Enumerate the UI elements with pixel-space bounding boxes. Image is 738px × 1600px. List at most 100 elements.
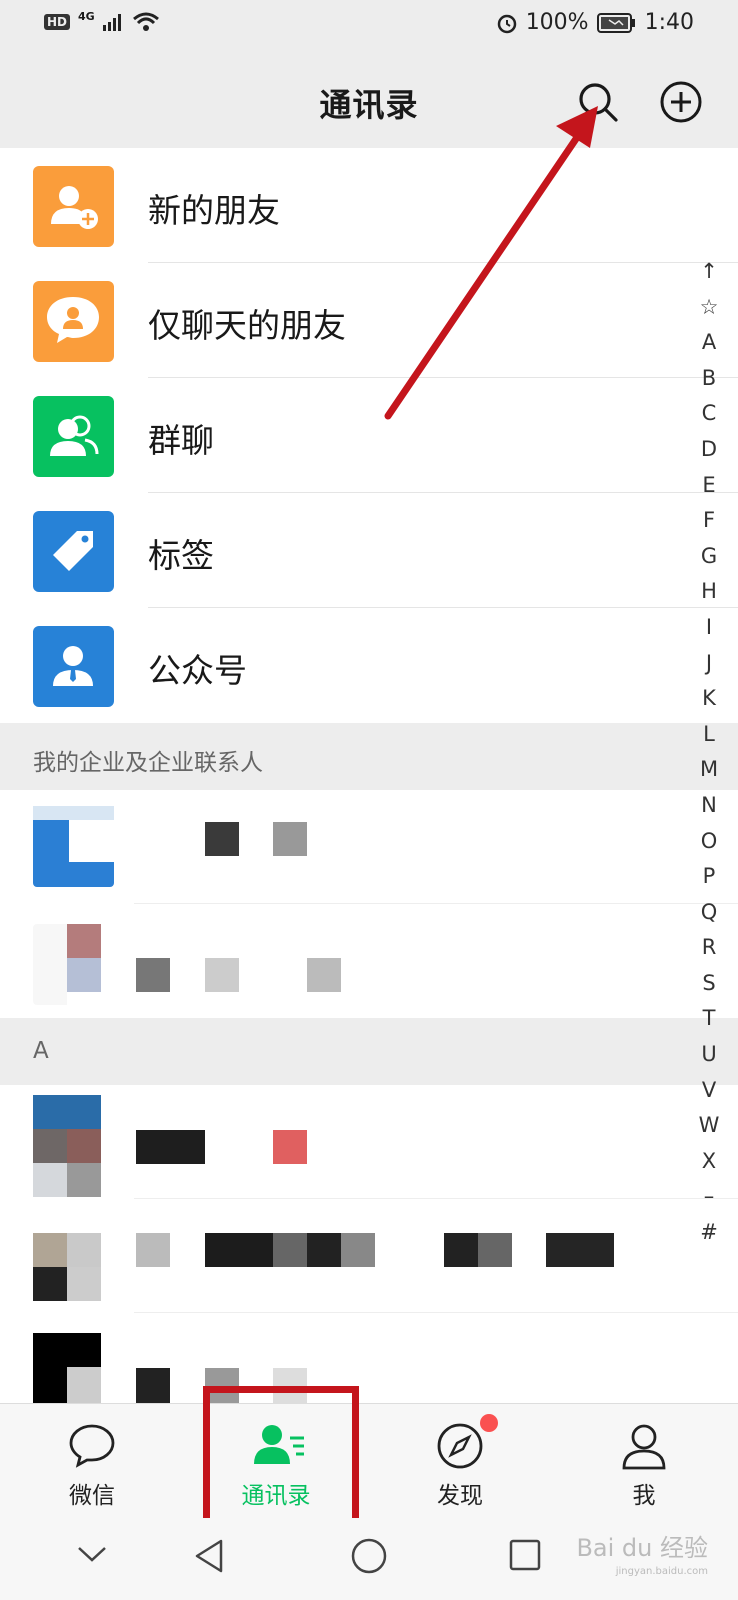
official-account-icon (33, 626, 114, 707)
battery-percent: 100% (525, 10, 589, 35)
contact-row[interactable] (0, 1199, 738, 1313)
obscured-name (341, 1233, 375, 1267)
index-letter[interactable]: F (694, 503, 724, 539)
index-letter[interactable]: O (694, 824, 724, 860)
index-letter[interactable]: K (694, 681, 724, 717)
section-title: A (33, 1038, 49, 1064)
tab-label: 微信 (69, 1483, 115, 1509)
obscured-name (273, 1130, 307, 1164)
avatar (33, 1333, 101, 1403)
index-letter[interactable]: H (694, 574, 724, 610)
tags-row[interactable]: 标签 (0, 493, 738, 608)
obscured-name (546, 1233, 614, 1267)
title-bar: 通讯录 (0, 52, 738, 148)
index-letter[interactable]: G (694, 539, 724, 575)
index-letter[interactable]: B (694, 361, 724, 397)
alarm-icon (497, 14, 516, 33)
plus-circle-icon[interactable] (659, 80, 703, 124)
alphabet-index[interactable]: ↑ ☆ A B C D E F G H I J K L M N O P Q R S T U V W X – # (694, 254, 724, 1251)
chat-only-friend-icon (33, 281, 114, 362)
network-type: 4G (78, 9, 95, 23)
battery-charging-icon (596, 12, 635, 33)
tab-label: 发现 (437, 1483, 483, 1509)
obscured-name (136, 1130, 205, 1164)
hd-indicator: HD (44, 14, 71, 30)
chat-bubble-icon (69, 1424, 115, 1468)
index-letter[interactable]: Q (694, 895, 724, 931)
notification-dot (480, 1414, 498, 1432)
watermark-url: jingyan.baidu.com (615, 1566, 708, 1577)
back-icon[interactable] (192, 1538, 226, 1574)
tab-chats[interactable]: 微信 (0, 1404, 184, 1519)
signal-icon (102, 14, 121, 31)
section-title: 我的企业及企业联系人 (33, 750, 263, 776)
row-label: 新的朋友 (148, 191, 280, 230)
section-header-enterprise: 我的企业及企业联系人 (0, 723, 738, 790)
obscured-name (307, 1233, 341, 1267)
page-title: 通讯录 (319, 86, 419, 124)
index-letter[interactable]: ☆ (694, 290, 724, 326)
chevron-down-icon[interactable] (76, 1544, 108, 1564)
index-letter[interactable]: – (694, 1179, 724, 1215)
row-label: 群聊 (148, 421, 214, 460)
index-letter[interactable]: # (694, 1215, 724, 1251)
tab-discover[interactable]: 发现 (368, 1404, 552, 1519)
index-letter[interactable]: L (694, 717, 724, 753)
index-letter[interactable]: U (694, 1037, 724, 1073)
function-list: 新的朋友 仅聊天的朋友 群聊 标签 公众号 (0, 148, 738, 723)
recent-apps-icon[interactable] (508, 1538, 542, 1572)
contact-row[interactable] (0, 1085, 738, 1199)
row-label: 标签 (148, 536, 214, 575)
index-letter[interactable]: M (694, 752, 724, 788)
obscured-name (273, 1233, 307, 1267)
index-letter[interactable]: D (694, 432, 724, 468)
index-letter[interactable]: J (694, 646, 724, 682)
index-letter[interactable]: E (694, 468, 724, 504)
contact-row[interactable] (0, 790, 738, 904)
obscured-name (205, 958, 239, 992)
obscured-name (478, 1233, 512, 1267)
group-chat-icon (33, 396, 114, 477)
obscured-name (444, 1233, 478, 1267)
official-accounts-row[interactable]: 公众号 (0, 608, 738, 723)
index-letter[interactable]: W (694, 1108, 724, 1144)
index-letter[interactable]: N (694, 788, 724, 824)
tab-label: 我 (632, 1483, 656, 1509)
group-chats-row[interactable]: 群聊 (0, 378, 738, 493)
obscured-name (136, 958, 170, 992)
row-label: 仅聊天的朋友 (148, 306, 346, 345)
index-letter[interactable]: C (694, 396, 724, 432)
avatar (33, 924, 114, 1005)
home-icon[interactable] (350, 1537, 388, 1575)
person-icon (622, 1424, 666, 1470)
search-icon[interactable] (576, 80, 620, 124)
wifi-icon (132, 12, 159, 31)
obscured-name (307, 958, 341, 992)
contact-row[interactable] (0, 904, 738, 1018)
index-letter[interactable]: A (694, 325, 724, 361)
obscured-name (205, 822, 239, 856)
add-friend-icon (33, 166, 114, 247)
index-letter[interactable]: P (694, 859, 724, 895)
index-letter[interactable]: R (694, 930, 724, 966)
index-letter[interactable]: X (694, 1144, 724, 1180)
chat-only-friends-row[interactable]: 仅聊天的朋友 (0, 263, 738, 378)
obscured-name (136, 1233, 170, 1267)
index-letter[interactable]: S (694, 966, 724, 1002)
status-bar: HD 4G 100% 1:40 (0, 0, 738, 52)
tag-icon (33, 511, 114, 592)
compass-icon (437, 1423, 483, 1469)
obscured-name (136, 1368, 170, 1403)
index-letter[interactable]: I (694, 610, 724, 646)
new-friends-row[interactable]: 新的朋友 (0, 148, 738, 263)
contact-row[interactable] (0, 1313, 738, 1403)
index-letter[interactable]: V (694, 1073, 724, 1109)
row-label: 公众号 (148, 651, 247, 690)
avatar (33, 1095, 101, 1197)
section-header-letter: A (0, 1018, 738, 1085)
tab-me[interactable]: 我 (552, 1404, 736, 1519)
index-letter[interactable]: ↑ (694, 254, 724, 290)
clock: 1:40 (644, 10, 694, 35)
annotation-box (203, 1386, 359, 1530)
index-letter[interactable]: T (694, 1001, 724, 1037)
